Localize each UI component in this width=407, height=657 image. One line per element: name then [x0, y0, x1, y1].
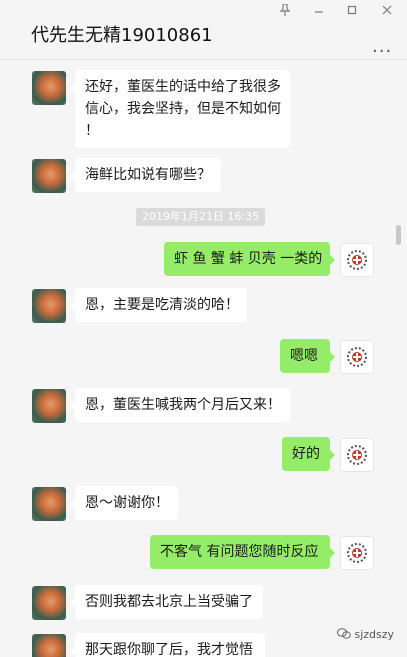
message-text-line: 不客气 有问题您随时反应	[160, 544, 319, 560]
message-text-line: 恩，董医生喊我两个月后又来！	[85, 397, 281, 413]
message-text-line: 恩～谢谢你！	[85, 495, 169, 511]
watermark: sjzdszy	[337, 628, 394, 641]
message-text-line: 虾 鱼 蟹 蚌 贝壳 一类的	[174, 251, 323, 267]
contact-avatar[interactable]	[32, 71, 66, 105]
message-text-line: 还好，董医生的话中给了我很多	[85, 79, 281, 95]
message-text-line: ！	[85, 123, 99, 139]
contact-avatar[interactable]	[32, 159, 66, 193]
contact-avatar[interactable]	[32, 389, 66, 423]
outgoing-message[interactable]: 好的	[282, 437, 335, 471]
incoming-message[interactable]: 那天跟你聊了后，我才觉悟	[70, 633, 265, 657]
title-bar: 代先生无精19010861 ...	[0, 0, 407, 60]
scrollbar[interactable]	[396, 225, 401, 245]
timestamp-label: 2019年1月21日 16:35	[136, 208, 266, 226]
my-avatar[interactable]	[340, 243, 374, 277]
chat-history[interactable]: 还好，董医生的话中给了我很多 信心，我会坚持，但是不知如何 ！ 海鲜比如说有哪些？ 20…	[0, 60, 407, 657]
my-avatar[interactable]	[340, 340, 374, 374]
outgoing-message[interactable]: 嗯嗯	[280, 339, 335, 373]
incoming-message[interactable]: 恩，主要是吃清淡的哈！	[70, 288, 247, 322]
message-text-line: 恩，主要是吃清淡的哈！	[85, 297, 239, 313]
incoming-message[interactable]: 恩，董医生喊我两个月后又来！	[70, 388, 290, 422]
contact-avatar[interactable]	[32, 634, 66, 657]
contact-avatar[interactable]	[32, 487, 66, 521]
my-avatar[interactable]	[340, 438, 374, 472]
pin-icon[interactable]	[277, 3, 293, 19]
minimize-icon[interactable]	[311, 4, 327, 19]
more-options-button[interactable]: ...	[372, 36, 392, 57]
message-text-line: 海鲜比如说有哪些？	[85, 167, 211, 183]
message-text-line: 那天跟你聊了后，我才觉悟	[85, 642, 253, 657]
contact-avatar[interactable]	[32, 289, 66, 323]
contact-avatar[interactable]	[32, 586, 66, 620]
incoming-message[interactable]: 恩～谢谢你！	[70, 486, 178, 520]
incoming-message[interactable]: 海鲜比如说有哪些？	[70, 158, 221, 192]
message-text-line: 信心，我会坚持，但是不知如何	[85, 101, 281, 117]
watermark-text: sjzdszy	[354, 628, 395, 641]
maximize-icon[interactable]	[344, 4, 360, 19]
incoming-message[interactable]: 还好，董医生的话中给了我很多 信心，我会坚持，但是不知如何 ！	[70, 70, 290, 148]
message-text-line: 嗯嗯	[290, 348, 318, 364]
chat-title: 代先生无精19010861	[31, 25, 213, 46]
message-text-line: 否则我都去北京上当受骗了	[85, 594, 253, 610]
wechat-logo-icon	[337, 628, 355, 641]
outgoing-message[interactable]: 不客气 有问题您随时反应	[150, 535, 335, 569]
incoming-message[interactable]: 否则我都去北京上当受骗了	[70, 585, 263, 619]
message-text-line: 好的	[292, 446, 320, 462]
outgoing-message[interactable]: 虾 鱼 蟹 蚌 贝壳 一类的	[164, 242, 335, 276]
my-avatar[interactable]	[340, 536, 374, 570]
close-icon[interactable]	[379, 4, 395, 19]
